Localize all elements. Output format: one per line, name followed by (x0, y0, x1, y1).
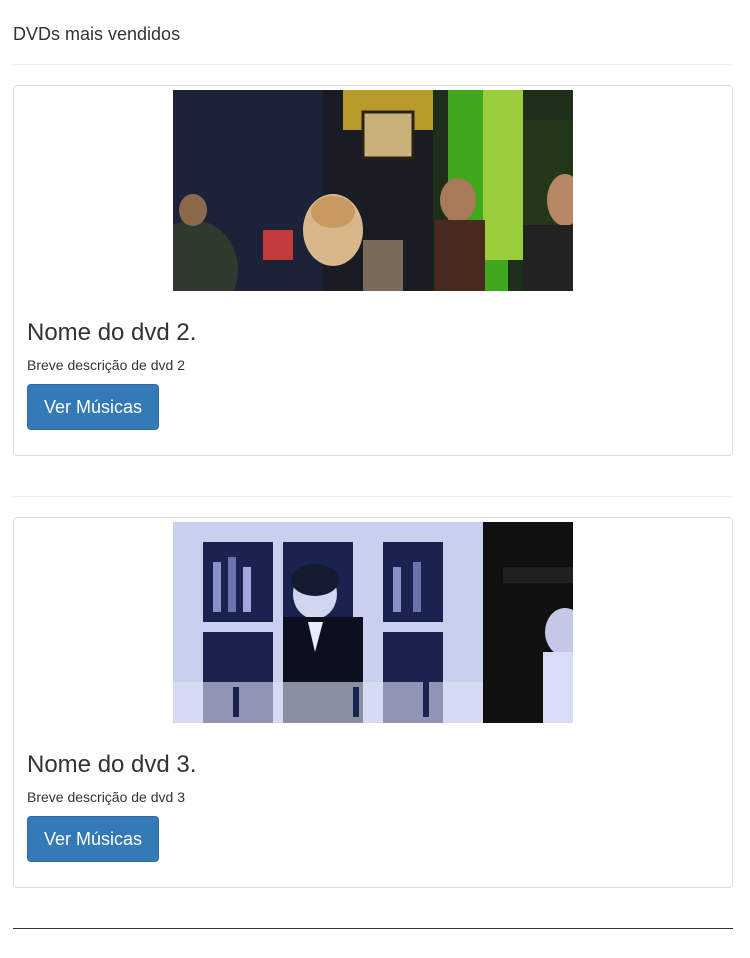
dvd-title: Nome do dvd 2. (27, 319, 197, 346)
dvd-card: Nome do dvd 2. Breve descrição de dvd 2 … (13, 85, 733, 456)
dvd-list-page: DVDs mais vendidos Nome do dvd 2. Breve … (0, 0, 750, 929)
ver-musicas-button[interactable]: Ver Músicas (27, 816, 160, 862)
dvd-description: Breve descrição de dvd 3 (27, 789, 185, 805)
ver-musicas-button[interactable]: Ver Músicas (27, 384, 160, 430)
section-title: DVDs mais vendidos (13, 24, 181, 44)
dvd-thumbnail (173, 522, 573, 723)
dvd-title: Nome do dvd 3. (27, 751, 197, 778)
dvd-thumbnail (173, 90, 573, 291)
dvd-card: Nome do dvd 3. Breve descrição de dvd 3 … (13, 517, 733, 888)
dvd-description: Breve descrição de dvd 2 (27, 357, 185, 373)
footer-rule (13, 928, 733, 929)
